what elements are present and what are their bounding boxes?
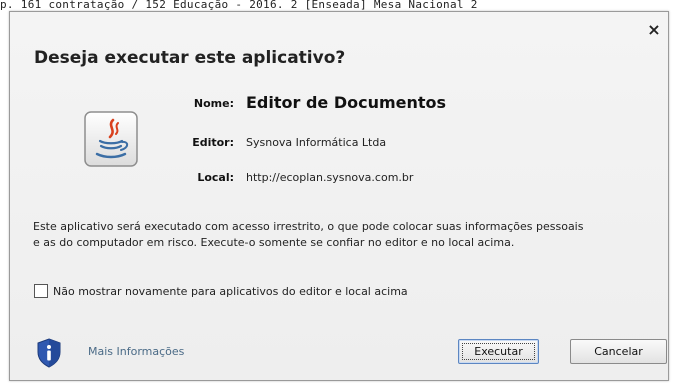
dont-show-again-row[interactable]: Não mostrar novamente para aplicativos d… (34, 284, 408, 298)
name-label: Nome: (193, 97, 234, 110)
java-icon (84, 111, 138, 167)
publisher-label: Editor: (192, 136, 234, 149)
security-warning: Este aplicativo será executado com acess… (33, 219, 673, 251)
shield-info-icon (37, 338, 61, 368)
more-info-link[interactable]: Mais Informações (88, 345, 184, 358)
app-name: Editor de Documentos (246, 93, 447, 112)
location-value: http://ecoplan.sysnova.com.br (246, 171, 414, 184)
run-button[interactable]: Executar (458, 339, 539, 364)
dialog-title: Deseja executar este aplicativo? (34, 48, 346, 68)
close-icon[interactable]: × (646, 22, 662, 38)
warning-line-1: Este aplicativo será executado com acess… (33, 220, 584, 233)
publisher-value: Sysnova Informática Ltda (246, 136, 387, 149)
cancel-button[interactable]: Cancelar (570, 339, 667, 364)
dont-show-again-checkbox[interactable] (34, 284, 48, 298)
dont-show-again-label[interactable]: Não mostrar novamente para aplicativos d… (53, 285, 408, 298)
security-dialog: × Deseja executar este aplicativo? Nome:… (9, 11, 669, 381)
location-label: Local: (197, 171, 234, 184)
warning-line-2: e as do computador em risco. Execute-o s… (33, 236, 515, 249)
run-button-label: Executar (462, 343, 535, 360)
